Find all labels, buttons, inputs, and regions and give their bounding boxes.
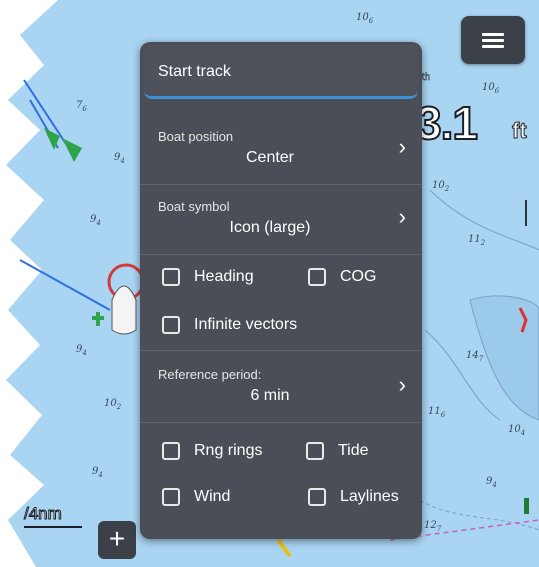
checkbox-icon xyxy=(308,268,326,286)
scale-label: /4nm xyxy=(24,504,63,524)
heading-checkbox[interactable]: Heading xyxy=(162,265,254,289)
depth-readout-label: th xyxy=(422,72,431,84)
zoom-in-button[interactable]: + xyxy=(98,521,136,559)
depth-readout-value[interactable]: 3.1 xyxy=(415,96,479,150)
boat-position-select[interactable]: Boat position Center › xyxy=(140,114,422,178)
depth-sounding: 106 xyxy=(356,12,374,25)
chart-options-panel: Start track Boat position Center › Boat … xyxy=(140,42,422,539)
checkbox-icon xyxy=(162,316,180,334)
hamburger-icon xyxy=(482,32,504,48)
depth-sounding: 102 xyxy=(104,398,122,411)
depth-sounding: 94 xyxy=(486,476,497,489)
reference-period-label: Reference period: xyxy=(158,367,262,382)
checkbox-icon xyxy=(306,442,324,460)
depth-sounding: 102 xyxy=(432,180,450,193)
depth-sounding: 94 xyxy=(76,344,87,357)
depth-sounding: 94 xyxy=(90,214,101,227)
depth-sounding: 94 xyxy=(114,152,125,165)
reference-period-value: 6 min xyxy=(250,387,290,404)
divider xyxy=(140,254,422,255)
divider xyxy=(140,422,422,423)
boat-position-value: Center xyxy=(245,149,295,166)
depth-sounding: 104 xyxy=(508,424,526,437)
boat-icon xyxy=(111,285,137,335)
depth-sounding: 116 xyxy=(428,406,446,419)
checkbox-icon xyxy=(162,488,180,506)
depth-sounding: 94 xyxy=(92,466,103,479)
depth-readout-unit: ft xyxy=(512,118,528,144)
scale-bar xyxy=(24,526,82,528)
depth-sounding: 147 xyxy=(466,350,484,363)
chevron-right-icon: › xyxy=(398,204,406,229)
start-track-button[interactable]: Start track xyxy=(144,45,418,99)
infinite-vectors-checkbox[interactable]: Infinite vectors xyxy=(162,313,297,337)
menu-button[interactable] xyxy=(461,16,525,64)
boat-symbol-select[interactable]: Boat symbol Icon (large) › xyxy=(140,184,422,248)
green-marker-icon xyxy=(524,498,529,514)
boat-symbol-label: Boat symbol xyxy=(158,199,230,214)
wind-checkbox[interactable]: Wind xyxy=(162,485,230,509)
checkbox-icon xyxy=(162,268,180,286)
reference-period-select[interactable]: Reference period: 6 min › xyxy=(140,352,422,416)
laylines-checkbox[interactable]: Laylines xyxy=(308,485,399,509)
boat-position-label: Boat position xyxy=(158,129,234,144)
depth-sounding: 112 xyxy=(468,234,486,247)
depth-sounding: 106 xyxy=(482,82,500,95)
tide-checkbox[interactable]: Tide xyxy=(306,439,369,463)
chevron-right-icon: › xyxy=(398,134,406,159)
checkbox-icon xyxy=(162,442,180,460)
depth-sounding: 127 xyxy=(424,520,442,533)
checkbox-icon xyxy=(308,488,326,506)
boat-symbol-value: Icon (large) xyxy=(229,219,311,236)
chevron-right-icon: › xyxy=(398,372,406,397)
cog-checkbox[interactable]: COG xyxy=(308,265,376,289)
depth-sounding: 76 xyxy=(76,100,87,113)
rng-rings-checkbox[interactable]: Rng rings xyxy=(162,439,262,463)
divider xyxy=(140,350,422,351)
